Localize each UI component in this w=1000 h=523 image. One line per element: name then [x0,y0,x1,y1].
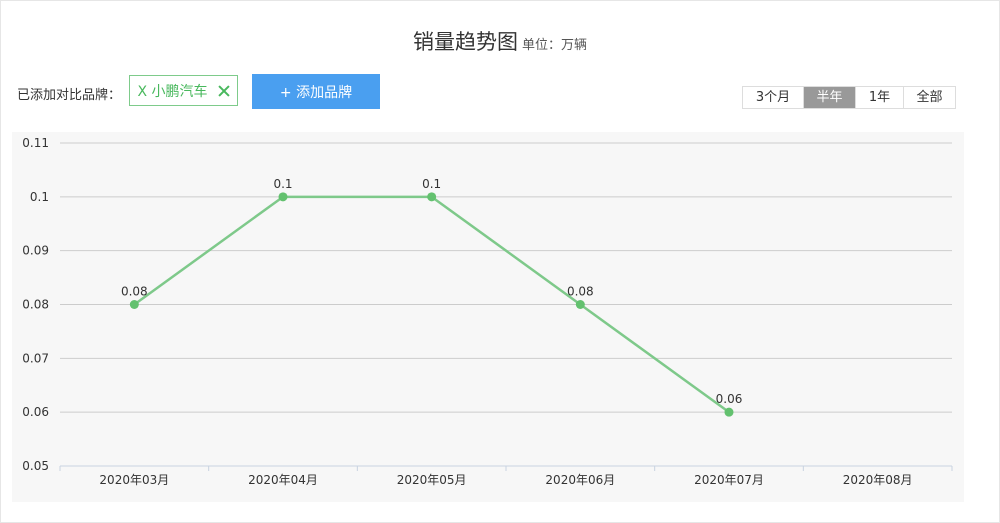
close-icon[interactable] [218,85,230,97]
data-point [575,300,585,309]
y-tick-label: 0.1 [30,190,49,204]
y-tick-label: 0.09 [22,244,49,258]
data-point [278,192,288,202]
unit-label: 单位：万辆 [521,38,587,53]
x-tick-label: 2020年08月 [843,473,913,487]
add-brand-button[interactable]: + 添加品牌 [252,74,380,109]
chart-panel: 0.05 0.06 0.07 0.08 0.09 0.1 0.11 2020年03月 2020年… [12,132,964,502]
tab-3-months[interactable]: 3个月 [743,87,803,108]
y-tick-label: 0.07 [22,351,49,365]
brand-chip-xpeng[interactable]: X 小鹏汽车 [129,75,238,106]
x-tick-label: 2020年06月 [545,473,615,487]
data-label: 0.1 [422,177,441,191]
chart-title: 销量趋势图 [412,30,518,54]
data-label: 0.1 [273,177,292,191]
tab-all[interactable]: 全部 [903,87,955,108]
y-tick-label: 0.08 [22,298,49,312]
y-tick-label: 0.05 [22,459,49,473]
time-range-tabs: 3个月 半年 1年 全部 [742,86,956,109]
add-brand-label: + 添加品牌 [279,84,353,101]
compare-brand-label: 已添加对比品牌： [17,88,122,103]
data-point [427,192,437,202]
sales-trend-chart: 0.05 0.06 0.07 0.08 0.09 0.1 0.11 2020年03月 2020年… [22,136,953,487]
y-tick-label: 0.11 [22,136,49,150]
tab-1-year[interactable]: 1年 [855,87,903,108]
brand-chip-label: X 小鹏汽车 [137,83,208,100]
x-tick-label: 2020年05月 [397,473,467,487]
data-point [724,407,734,417]
tab-half-year[interactable]: 半年 [803,87,855,108]
y-tick-label: 0.06 [22,405,49,419]
data-label: 0.06 [716,392,743,406]
data-label: 0.08 [121,285,148,299]
x-tick-label: 2020年04月 [248,473,318,487]
x-tick-label: 2020年07月 [694,473,764,487]
x-tick-label: 2020年03月 [99,473,169,487]
data-point [129,300,139,309]
data-label: 0.08 [567,285,594,299]
chart-title-row: 销量趋势图 单位：万辆 [0,26,1000,56]
